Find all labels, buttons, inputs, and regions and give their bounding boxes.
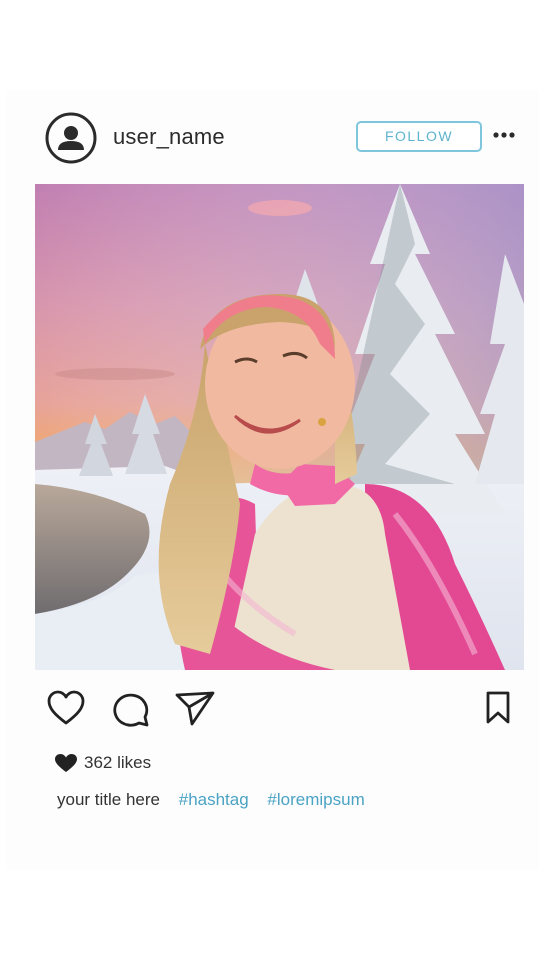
caption: your title here #hashtag #loremipsum (57, 790, 379, 810)
user-avatar-icon[interactable] (45, 112, 97, 164)
bookmark-icon[interactable] (484, 690, 512, 726)
send-icon[interactable] (174, 690, 216, 728)
heart-icon[interactable] (46, 690, 86, 726)
post-header: user_name FOLLOW (6, 90, 539, 186)
post-card: user_name FOLLOW 362 likes your title he… (6, 90, 539, 870)
post-photo[interactable] (35, 184, 524, 670)
caption-title: your title here (57, 790, 160, 809)
comment-icon[interactable] (112, 690, 150, 728)
hashtag-link[interactable]: #hashtag (179, 790, 249, 809)
username[interactable]: user_name (113, 124, 225, 150)
follow-button[interactable]: FOLLOW (356, 121, 482, 152)
action-bar (6, 690, 539, 734)
likes-count[interactable]: 362 likes (84, 753, 151, 773)
filled-heart-icon (55, 754, 77, 772)
hashtag-link[interactable]: #loremipsum (267, 790, 364, 809)
more-options-icon[interactable] (492, 128, 516, 142)
